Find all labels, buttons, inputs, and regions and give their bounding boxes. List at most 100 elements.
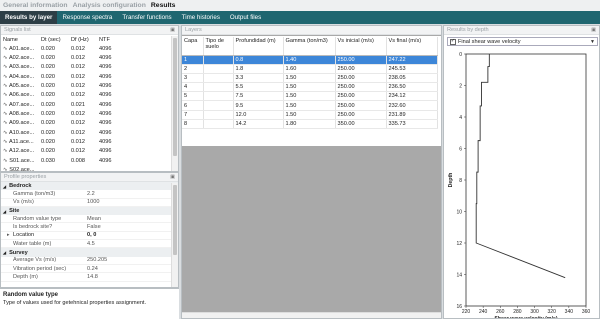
checkbox-icon[interactable]: ✓ bbox=[450, 38, 456, 45]
layer-vs-inicial[interactable]: 250.00 bbox=[335, 73, 387, 84]
property-group[interactable]: ◢ Site bbox=[1, 206, 178, 216]
col-ntf[interactable]: NTF bbox=[97, 35, 171, 44]
tab-results-by-layer[interactable]: Results by layer bbox=[0, 11, 58, 24]
layer-row[interactable]: 8 14.2 1.80 350.00 335.73 bbox=[182, 119, 438, 130]
property-row[interactable]: Vs (m/s) 1000 bbox=[1, 199, 178, 207]
signal-row[interactable]: ∿ A02.ace... 0.020 0.012 4096 bbox=[1, 53, 171, 62]
layer-profundidad[interactable]: 5.5 bbox=[233, 82, 284, 93]
layer-capa[interactable]: 3 bbox=[182, 73, 204, 84]
collapse-icon[interactable]: ◢ bbox=[3, 209, 6, 214]
layer-vs-final[interactable]: 234.12 bbox=[386, 91, 438, 102]
property-value[interactable]: 1000 bbox=[83, 199, 99, 205]
col-vs-inicial[interactable]: Vs inicial (m/s) bbox=[335, 37, 387, 56]
property-value[interactable]: False bbox=[83, 224, 101, 230]
property-value[interactable]: 14.8 bbox=[83, 274, 98, 280]
layer-vs-inicial[interactable]: 250.00 bbox=[335, 64, 387, 74]
property-row[interactable]: Depth (m) 14.8 bbox=[1, 273, 178, 282]
menu-results[interactable]: Results bbox=[151, 2, 176, 9]
layer-vs-inicial[interactable]: 250.00 bbox=[335, 91, 387, 102]
layer-gamma[interactable]: 1.80 bbox=[283, 119, 336, 130]
signal-row[interactable]: ∿ A08.ace... 0.020 0.012 4096 bbox=[1, 109, 171, 118]
property-value[interactable]: Mean bbox=[83, 216, 101, 222]
col-capa[interactable]: Capa bbox=[182, 37, 204, 56]
layer-capa[interactable]: 7 bbox=[182, 110, 204, 120]
col-tipo-de-suelo[interactable]: Tipo de suelo bbox=[203, 37, 234, 56]
layer-capa[interactable]: 4 bbox=[182, 82, 204, 93]
col-vs-final[interactable]: Vs final (m/s) bbox=[386, 37, 438, 56]
tab-transfer-functions[interactable]: Transfer functions bbox=[117, 11, 176, 24]
property-value[interactable]: 0, 0 bbox=[83, 232, 96, 238]
col-name[interactable]: Name bbox=[1, 35, 39, 44]
menu-general-information[interactable]: General information bbox=[3, 2, 68, 9]
layer-capa[interactable]: 8 bbox=[182, 119, 204, 130]
property-group[interactable]: ◢ Bedrock bbox=[1, 182, 178, 191]
property-row[interactable]: Vibration period (sec) 0.24 bbox=[1, 265, 178, 274]
pin-icon[interactable]: ▣ bbox=[170, 27, 175, 33]
layer-vs-final[interactable]: 247.22 bbox=[386, 55, 438, 65]
layer-vs-inicial[interactable]: 250.00 bbox=[335, 100, 387, 111]
signal-row[interactable]: ∿ A09.ace... 0.020 0.012 4096 bbox=[1, 119, 171, 128]
result-selector[interactable]: ✓ Final shear wave velocity ▼ bbox=[447, 37, 598, 46]
layer-profundidad[interactable]: 9.5 bbox=[233, 100, 284, 111]
col-df[interactable]: Df (Hz) bbox=[69, 35, 97, 44]
layer-capa[interactable]: 6 bbox=[182, 100, 204, 111]
signal-row[interactable]: ∿ A07.ace... 0.020 0.021 4096 bbox=[1, 100, 171, 109]
layer-gamma[interactable]: 1.50 bbox=[283, 110, 336, 120]
layer-vs-inicial[interactable]: 250.00 bbox=[335, 55, 387, 65]
layer-vs-final[interactable]: 335.73 bbox=[386, 119, 438, 130]
layer-row[interactable]: 6 9.5 1.50 250.00 232.60 bbox=[182, 100, 438, 111]
layer-vs-final[interactable]: 238.05 bbox=[386, 73, 438, 84]
properties-scrollbar[interactable] bbox=[171, 183, 178, 287]
signals-scroll-thumb[interactable] bbox=[173, 38, 177, 156]
property-value[interactable]: 4.5 bbox=[83, 241, 95, 247]
layer-gamma[interactable]: 1.50 bbox=[283, 91, 336, 102]
layer-profundidad[interactable]: 1.8 bbox=[233, 64, 284, 74]
layer-row[interactable]: 1 0.8 1.40 250.00 247.22 bbox=[182, 55, 438, 65]
layer-profundidad[interactable]: 7.5 bbox=[233, 91, 284, 102]
layer-gamma[interactable]: 1.40 bbox=[283, 55, 336, 65]
layer-tipo[interactable] bbox=[203, 110, 234, 120]
layer-gamma[interactable]: 1.60 bbox=[283, 64, 336, 74]
property-row[interactable]: Is bedrock site? False bbox=[1, 223, 178, 232]
layer-vs-final[interactable]: 231.89 bbox=[386, 110, 438, 120]
property-group[interactable]: ◢ Survey bbox=[1, 248, 178, 257]
col-dt[interactable]: Dt (sec) bbox=[39, 35, 69, 44]
tab-time-histories[interactable]: Time histories bbox=[177, 11, 225, 24]
layer-tipo[interactable] bbox=[203, 64, 234, 74]
col-profundidad[interactable]: Profundidad (m) bbox=[233, 37, 284, 56]
layer-row[interactable]: 5 7.5 1.50 250.00 234.12 bbox=[182, 91, 438, 102]
layer-capa[interactable]: 5 bbox=[182, 91, 204, 102]
signal-row[interactable]: ∿ S01.ace... 0.030 0.008 4096 bbox=[1, 156, 171, 165]
layer-vs-inicial[interactable]: 250.00 bbox=[335, 110, 387, 120]
layers-hscrollbar[interactable] bbox=[182, 312, 441, 318]
layer-gamma[interactable]: 1.50 bbox=[283, 100, 336, 111]
signal-row[interactable]: ∿ A03.ace... 0.020 0.012 4096 bbox=[1, 63, 171, 72]
property-value[interactable]: 2.2 bbox=[83, 191, 95, 197]
layer-tipo[interactable] bbox=[203, 73, 234, 84]
layer-row[interactable]: 7 12.0 1.50 250.00 231.89 bbox=[182, 110, 438, 120]
expand-icon[interactable]: ▸ bbox=[7, 232, 10, 238]
property-row[interactable]: Random value type Mean bbox=[1, 215, 178, 224]
col-gamma[interactable]: Gamma (ton/m3) bbox=[283, 37, 336, 56]
property-row[interactable]: Average Vs (m/s) 250.205 bbox=[1, 257, 178, 265]
property-value[interactable]: 250.205 bbox=[83, 257, 107, 263]
layer-profundidad[interactable]: 14.2 bbox=[233, 119, 284, 130]
property-value[interactable]: 0.24 bbox=[83, 266, 98, 272]
layer-vs-final[interactable]: 236.50 bbox=[386, 82, 438, 93]
layer-row[interactable]: 2 1.8 1.60 250.00 245.53 bbox=[182, 64, 438, 74]
collapse-icon[interactable]: ◢ bbox=[3, 184, 6, 189]
layer-capa[interactable]: 2 bbox=[182, 64, 204, 74]
signal-row[interactable]: ∿ A10.ace... 0.020 0.012 4096 bbox=[1, 128, 171, 137]
signal-row[interactable]: ∿ A05.ace... 0.020 0.012 4096 bbox=[1, 81, 171, 90]
layer-vs-final[interactable]: 245.53 bbox=[386, 64, 438, 74]
chevron-down-icon[interactable]: ▼ bbox=[590, 39, 595, 45]
layer-tipo[interactable] bbox=[203, 82, 234, 93]
signal-row[interactable]: ∿ A12.ace... 0.020 0.012 4096 bbox=[1, 147, 171, 156]
layer-vs-inicial[interactable]: 350.00 bbox=[335, 119, 387, 130]
collapse-icon[interactable]: ◢ bbox=[3, 250, 6, 255]
property-row[interactable]: Gamma (ton/m3) 2.2 bbox=[1, 190, 178, 199]
layer-profundidad[interactable]: 12.0 bbox=[233, 110, 284, 120]
layer-vs-inicial[interactable]: 250.00 bbox=[335, 82, 387, 93]
layer-tipo[interactable] bbox=[203, 100, 234, 111]
pin-icon[interactable]: ▣ bbox=[591, 27, 596, 33]
